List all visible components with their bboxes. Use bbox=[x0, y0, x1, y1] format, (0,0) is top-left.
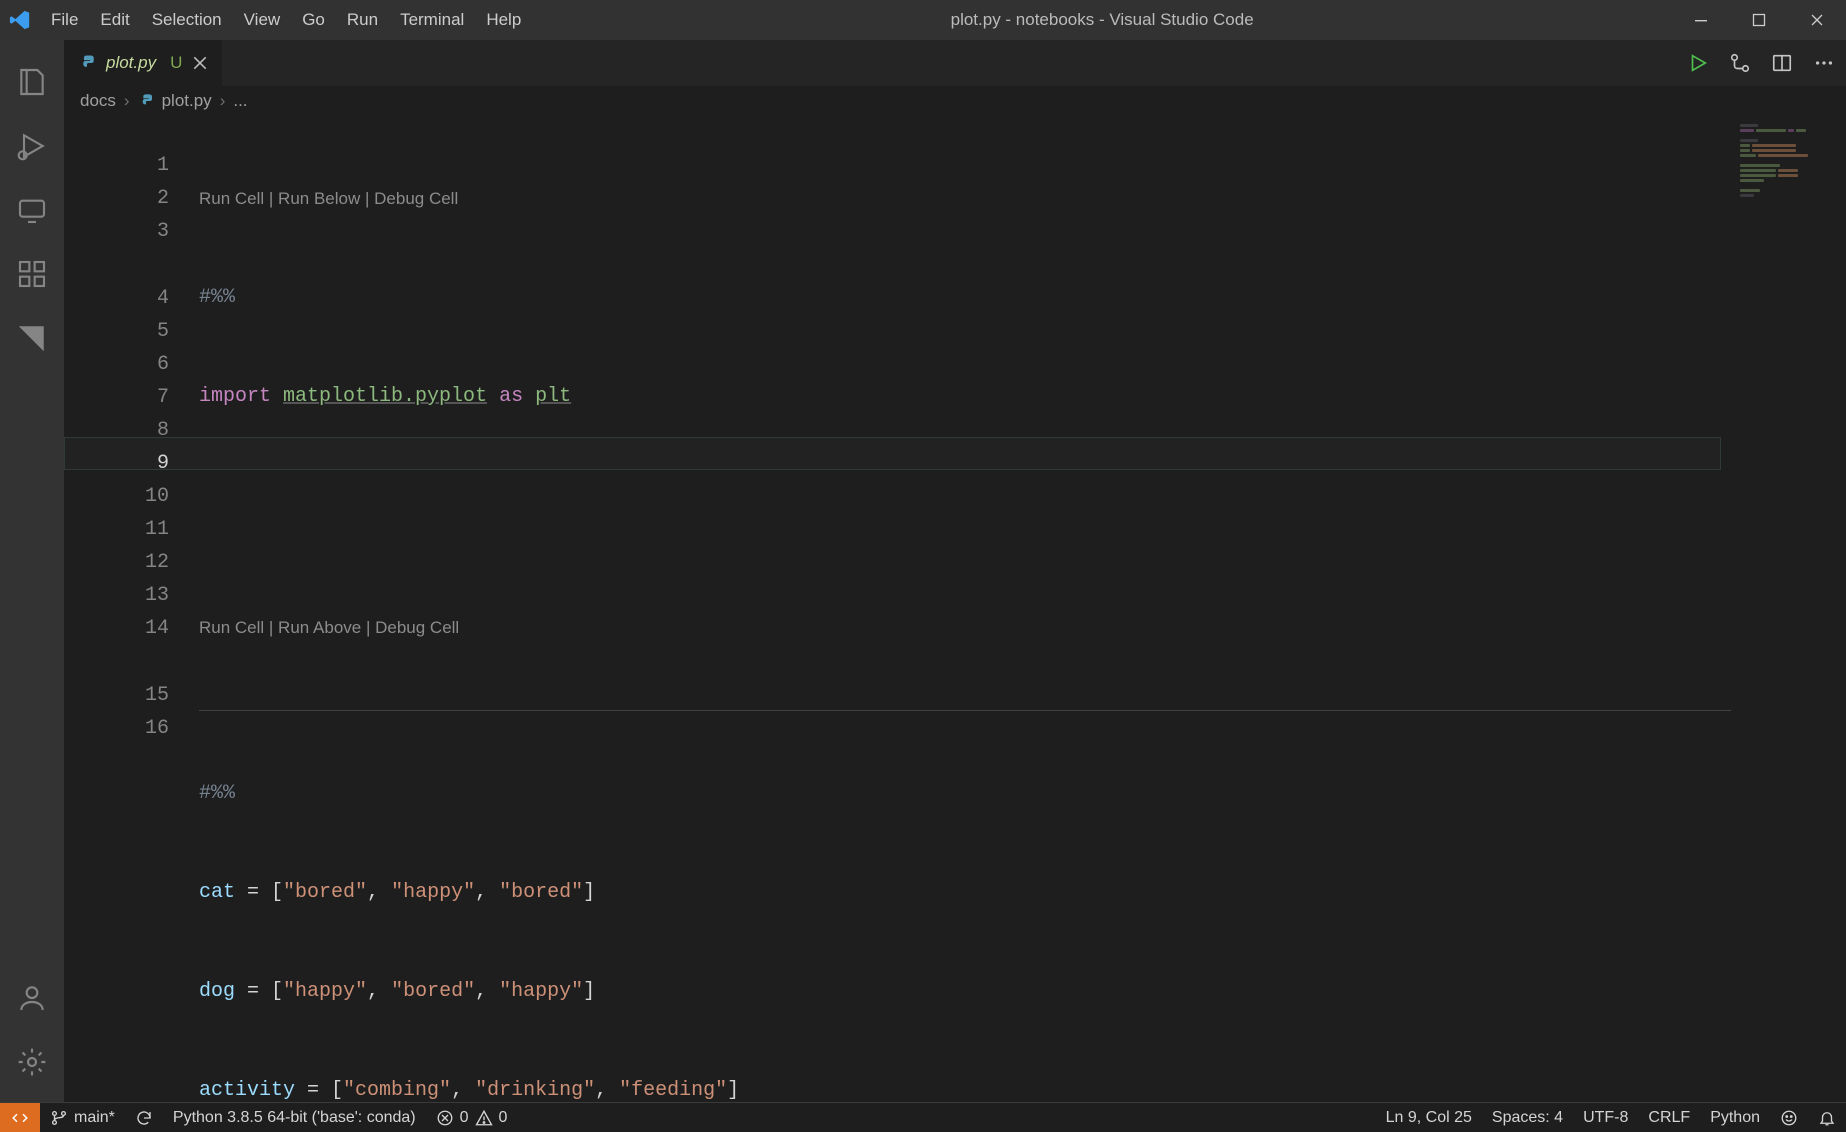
split-editor-button[interactable] bbox=[1768, 49, 1796, 77]
status-notifications-button[interactable] bbox=[1808, 1103, 1846, 1132]
status-problems[interactable]: 0 0 bbox=[426, 1103, 518, 1132]
menu-run[interactable]: Run bbox=[336, 0, 389, 40]
file-python-icon bbox=[78, 54, 96, 72]
window-controls bbox=[1672, 0, 1846, 40]
status-bar: main* Python 3.8.5 64-bit ('base': conda… bbox=[0, 1102, 1846, 1132]
status-feedback-button[interactable] bbox=[1770, 1103, 1808, 1132]
activity-remote[interactable] bbox=[0, 178, 64, 242]
window-minimize-button[interactable] bbox=[1672, 0, 1730, 40]
menu-go[interactable]: Go bbox=[291, 0, 336, 40]
status-warning-count: 0 bbox=[499, 1109, 508, 1127]
tab-close-button[interactable] bbox=[192, 55, 208, 71]
breadcrumb-folder[interactable]: docs bbox=[80, 91, 116, 111]
menu-selection[interactable]: Selection bbox=[141, 0, 233, 40]
menu-bar: File Edit Selection View Go Run Terminal… bbox=[40, 0, 532, 40]
window-maximize-button[interactable] bbox=[1730, 0, 1788, 40]
codelens-cell-1[interactable]: Run Cell | Run Below | Debug Cell bbox=[199, 182, 1846, 215]
menu-terminal[interactable]: Terminal bbox=[389, 0, 475, 40]
status-eol[interactable]: CRLF bbox=[1638, 1103, 1700, 1132]
status-branch[interactable]: main* bbox=[40, 1103, 125, 1132]
status-sync-button[interactable] bbox=[125, 1103, 163, 1132]
breadcrumb-file[interactable]: plot.py bbox=[162, 91, 212, 111]
tab-plot-py[interactable]: plot.py U bbox=[64, 40, 223, 86]
breadcrumb-more[interactable]: ... bbox=[233, 91, 247, 111]
breadcrumb[interactable]: docs › plot.py › ... bbox=[64, 86, 1846, 116]
status-indentation[interactable]: Spaces: 4 bbox=[1482, 1103, 1573, 1132]
code-line-2: import matplotlib.pyplot as plt bbox=[199, 380, 1846, 413]
activity-run-debug[interactable] bbox=[0, 114, 64, 178]
code-line-5: cat = ["bored", "happy", "bored"] bbox=[199, 876, 1846, 909]
menu-help[interactable]: Help bbox=[475, 0, 532, 40]
chevron-right-icon: › bbox=[220, 91, 226, 111]
chevron-right-icon: › bbox=[124, 91, 130, 111]
status-encoding[interactable]: UTF-8 bbox=[1573, 1103, 1638, 1132]
title-bar: File Edit Selection View Go Run Terminal… bbox=[0, 0, 1846, 40]
line-gutter: 1 2 3 4 5 6 7 8 9 10 11 12 13 14 15 16 bbox=[64, 116, 199, 1102]
menu-edit[interactable]: Edit bbox=[89, 0, 140, 40]
menu-view[interactable]: View bbox=[233, 0, 292, 40]
activity-jupyter[interactable] bbox=[0, 306, 64, 370]
code-line-1: #%% bbox=[199, 281, 235, 314]
window-title: plot.py - notebooks - Visual Studio Code bbox=[532, 10, 1672, 30]
editor-tabs: plot.py U bbox=[64, 40, 1846, 86]
window-close-button[interactable] bbox=[1788, 0, 1846, 40]
code-line-7: activity = ["combing", "drinking", "feed… bbox=[199, 1074, 1846, 1102]
tab-filename: plot.py bbox=[106, 53, 156, 73]
status-language-mode[interactable]: Python bbox=[1700, 1103, 1770, 1132]
cell-divider bbox=[199, 710, 1731, 711]
status-error-count: 0 bbox=[460, 1109, 469, 1127]
code-line-4: #%% bbox=[199, 777, 235, 810]
activity-extensions[interactable] bbox=[0, 242, 64, 306]
code-content[interactable]: Run Cell | Run Below | Debug Cell #%% im… bbox=[199, 116, 1846, 1102]
status-branch-name: main* bbox=[74, 1109, 115, 1127]
file-python-icon bbox=[138, 93, 154, 109]
vscode-logo-icon bbox=[0, 0, 40, 40]
minimap[interactable] bbox=[1736, 116, 1846, 1102]
activity-explorer[interactable] bbox=[0, 50, 64, 114]
run-file-button[interactable] bbox=[1684, 49, 1712, 77]
status-cursor-position[interactable]: Ln 9, Col 25 bbox=[1376, 1103, 1482, 1132]
editor-actions bbox=[1684, 40, 1846, 86]
activity-account[interactable] bbox=[0, 966, 64, 1030]
status-remote-button[interactable] bbox=[0, 1103, 40, 1132]
tab-modified-badge: U bbox=[170, 53, 182, 73]
code-line-3 bbox=[199, 479, 1846, 512]
code-line-6: dog = ["happy", "bored", "happy"] bbox=[199, 975, 1846, 1008]
status-python-interpreter[interactable]: Python 3.8.5 64-bit ('base': conda) bbox=[163, 1103, 426, 1132]
code-editor[interactable]: 1 2 3 4 5 6 7 8 9 10 11 12 13 14 15 16 bbox=[64, 116, 1846, 1102]
diff-button[interactable] bbox=[1726, 49, 1754, 77]
more-actions-button[interactable] bbox=[1810, 49, 1838, 77]
menu-file[interactable]: File bbox=[40, 0, 89, 40]
codelens-cell-2[interactable]: Run Cell | Run Above | Debug Cell bbox=[199, 611, 1846, 644]
activity-settings[interactable] bbox=[0, 1030, 64, 1094]
activity-bar bbox=[0, 40, 64, 1102]
